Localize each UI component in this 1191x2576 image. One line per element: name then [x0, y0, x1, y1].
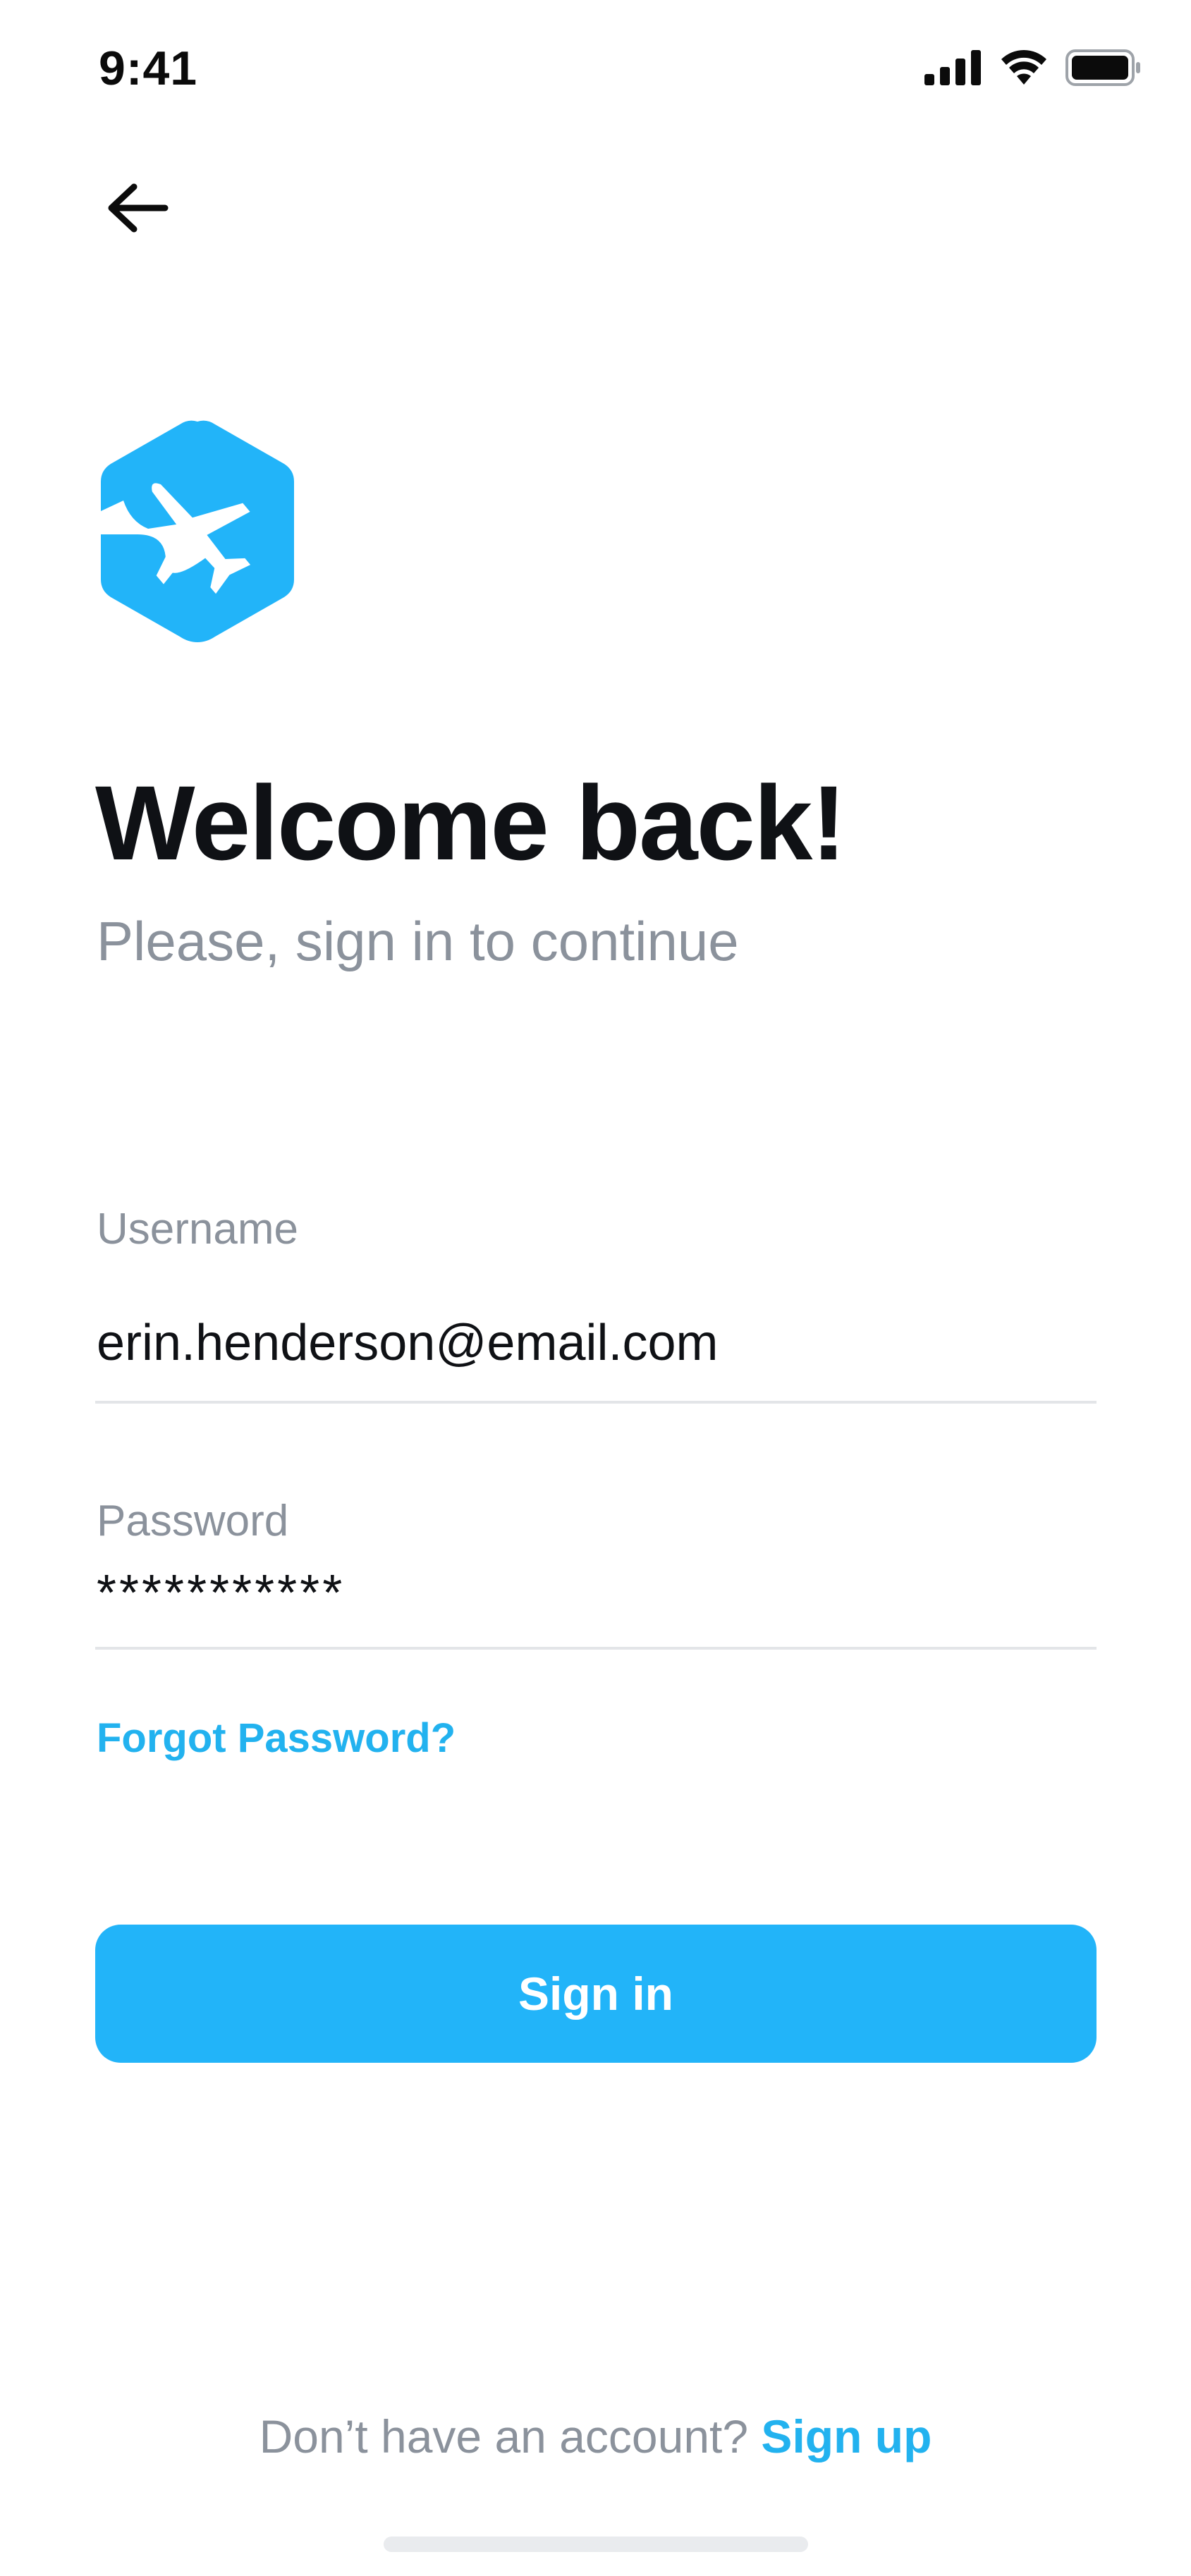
password-underline: [95, 1647, 1097, 1650]
username-label: Username: [97, 1205, 298, 1253]
app-logo: [95, 416, 300, 645]
battery-icon: [1065, 49, 1140, 86]
wifi-icon: [1001, 50, 1046, 85]
arrow-left-icon: [108, 183, 169, 233]
username-underline: [95, 1401, 1097, 1404]
signal-icon: [924, 50, 981, 85]
status-icons: [924, 49, 1142, 86]
sign-up-link[interactable]: Sign up: [761, 2410, 932, 2462]
page-subtitle: Please, sign in to continue: [97, 910, 739, 972]
airplane-hexagon-icon: [101, 420, 294, 642]
password-label: Password: [97, 1497, 289, 1545]
username-field[interactable]: [97, 1308, 1098, 1378]
signup-prompt: Don’t have an account? Sign up: [0, 2410, 1191, 2463]
signup-prompt-text: Don’t have an account?: [259, 2410, 749, 2462]
password-field[interactable]: [97, 1558, 1098, 1629]
page-title: Welcome back!: [95, 763, 846, 882]
status-time: 9:41: [99, 42, 198, 95]
forgot-password-link[interactable]: Forgot Password?: [97, 1715, 456, 1762]
sign-in-button[interactable]: Sign in: [95, 1925, 1097, 2063]
back-button[interactable]: [99, 169, 176, 247]
home-indicator: [384, 2537, 808, 2552]
